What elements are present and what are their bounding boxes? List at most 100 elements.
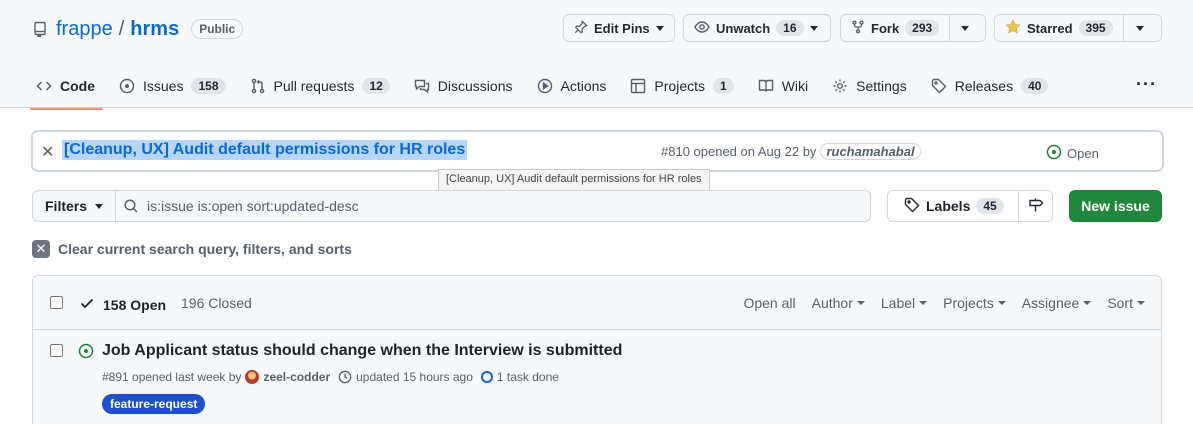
sort-filter[interactable]: Sort bbox=[1107, 295, 1145, 311]
label-filter[interactable]: Label bbox=[880, 295, 928, 311]
issue-checkbox[interactable] bbox=[50, 344, 63, 357]
milestones-button[interactable] bbox=[1018, 190, 1053, 222]
check-icon bbox=[79, 295, 95, 314]
pinned-issue-number: #810 opened on Aug 22 by bbox=[661, 144, 817, 159]
sort-filter-label: Sort bbox=[1107, 295, 1133, 311]
unwatch-label: Unwatch bbox=[716, 20, 771, 36]
fork-icon bbox=[851, 20, 865, 37]
issue-author-link[interactable]: zeel-codder bbox=[263, 370, 330, 384]
label-filter-label: Label bbox=[880, 295, 916, 311]
visibility-badge: Public bbox=[191, 19, 244, 39]
search-input[interactable] bbox=[147, 198, 847, 214]
repo-name-link[interactable]: hrms bbox=[130, 18, 179, 41]
author-filter[interactable]: Author bbox=[812, 295, 865, 311]
tab-projects[interactable]: Projects 1 bbox=[618, 68, 745, 104]
tab-settings[interactable]: Settings bbox=[820, 68, 919, 104]
task-progress-icon bbox=[480, 371, 493, 383]
clear-query-label: Clear current search query, filters, and… bbox=[58, 241, 352, 257]
tab-settings-label: Settings bbox=[856, 78, 907, 94]
repo-title: frappe / hrms Public bbox=[32, 16, 244, 42]
repo-header: frappe / hrms Public Edit Pins Unwatch 1… bbox=[0, 0, 1193, 110]
fork-label: Fork bbox=[871, 20, 900, 36]
chevron-down-icon bbox=[809, 25, 818, 31]
chevron-down-icon bbox=[856, 301, 865, 305]
pinned-issue-status-label: Open bbox=[1067, 146, 1099, 161]
labels-button[interactable]: Labels 45 bbox=[887, 190, 1019, 222]
pinned-issue-author[interactable]: ruchamahabal bbox=[820, 143, 921, 160]
discussions-icon bbox=[414, 78, 430, 94]
pull-requests-count: 12 bbox=[362, 78, 390, 94]
tab-code-label: Code bbox=[60, 78, 95, 94]
open-issues-label: 158 Open bbox=[103, 296, 167, 313]
tag-icon bbox=[931, 78, 947, 94]
labels-count: 45 bbox=[976, 198, 1004, 214]
pull-request-icon bbox=[250, 78, 266, 94]
select-all-checkbox[interactable] bbox=[50, 296, 63, 309]
issue-tasks: 1 task done bbox=[496, 370, 559, 384]
assignee-filter[interactable]: Assignee bbox=[1022, 295, 1092, 311]
filters-button[interactable]: Filters bbox=[32, 190, 116, 222]
issue-meta: #891 opened last week by zeel-codder upd… bbox=[102, 370, 559, 384]
clear-query-link[interactable]: ✕ Clear current search query, filters, a… bbox=[32, 240, 352, 258]
pinned-issue-meta: #810 opened on Aug 22 by ruchamahabal bbox=[661, 143, 921, 160]
clear-icon: ✕ bbox=[32, 240, 50, 258]
repo-owner-link[interactable]: frappe bbox=[56, 18, 113, 41]
issue-updated: updated 15 hours ago bbox=[356, 370, 473, 384]
play-icon bbox=[537, 78, 553, 94]
pinned-issue-status: Open bbox=[1046, 144, 1099, 163]
edit-pins-button[interactable]: Edit Pins bbox=[563, 14, 675, 42]
issues-filter-menus: Open all Author Label Projects Assignee … bbox=[743, 295, 1145, 311]
tab-actions-label: Actions bbox=[560, 78, 607, 94]
fork-button[interactable]: Fork 293 bbox=[841, 15, 949, 41]
tag-icon bbox=[904, 197, 920, 216]
issues-list: 158 Open 196 Closed Open all Author Labe… bbox=[32, 275, 1162, 424]
search-icon bbox=[123, 198, 139, 214]
tab-wiki[interactable]: Wiki bbox=[746, 68, 820, 104]
issue-label-chip[interactable]: feature-request bbox=[102, 394, 206, 414]
issue-number: #891 opened last week by bbox=[102, 370, 242, 384]
avatar[interactable] bbox=[245, 370, 260, 384]
assignee-filter-label: Assignee bbox=[1021, 295, 1080, 311]
chevron-down-icon bbox=[1135, 25, 1144, 31]
open-issues-toggle[interactable]: 158 Open bbox=[79, 295, 166, 314]
repo-nav: Code Issues 158 Pull requests 12 Discuss… bbox=[24, 66, 1061, 110]
tab-issues[interactable]: Issues 158 bbox=[107, 68, 238, 104]
pinned-issue-row[interactable]: ✕ [Cleanup, UX] Audit default permission… bbox=[31, 130, 1164, 172]
star-dropdown[interactable] bbox=[1122, 15, 1156, 41]
chevron-down-icon bbox=[919, 301, 928, 305]
author-filter-label: Author bbox=[811, 295, 853, 311]
star-icon bbox=[1005, 18, 1021, 38]
pinned-issue-title[interactable]: [Cleanup, UX] Audit default permissions … bbox=[62, 140, 468, 160]
milestone-icon bbox=[1028, 197, 1044, 216]
tab-discussions[interactable]: Discussions bbox=[402, 68, 525, 104]
tab-actions[interactable]: Actions bbox=[525, 68, 619, 104]
issue-title-link[interactable]: Job Applicant status should change when … bbox=[102, 342, 622, 360]
tab-releases[interactable]: Releases 40 bbox=[919, 68, 1061, 104]
labels-label: Labels bbox=[926, 198, 971, 214]
search-box bbox=[115, 190, 871, 222]
projects-filter[interactable]: Projects bbox=[943, 295, 1006, 311]
tab-code[interactable]: Code bbox=[24, 68, 107, 110]
unwatch-button[interactable]: Unwatch 16 bbox=[683, 14, 831, 42]
tab-issues-label: Issues bbox=[143, 78, 184, 94]
new-issue-button[interactable]: New issue bbox=[1069, 190, 1162, 222]
filters-label: Filters bbox=[45, 198, 88, 214]
tab-projects-label: Projects bbox=[654, 78, 705, 94]
fork-dropdown[interactable] bbox=[949, 15, 980, 41]
open-all-button[interactable]: Open all bbox=[743, 295, 795, 311]
star-button-group: Starred 395 bbox=[994, 14, 1162, 42]
close-icon[interactable]: ✕ bbox=[41, 142, 54, 162]
starred-button[interactable]: Starred 395 bbox=[995, 15, 1123, 41]
repo-icon bbox=[32, 21, 48, 37]
eye-icon bbox=[694, 19, 710, 38]
chevron-down-icon bbox=[1137, 301, 1145, 305]
code-icon bbox=[36, 78, 52, 94]
issues-list-header: 158 Open 196 Closed Open all Author Labe… bbox=[33, 276, 1161, 330]
more-menu-icon[interactable]: ··· bbox=[1136, 74, 1157, 95]
tab-discussions-label: Discussions bbox=[437, 78, 513, 94]
chevron-down-icon bbox=[997, 301, 1006, 305]
closed-issues-toggle[interactable]: 196 Closed bbox=[181, 295, 252, 311]
releases-count: 40 bbox=[1021, 78, 1049, 94]
tab-pull-requests[interactable]: Pull requests 12 bbox=[238, 68, 402, 104]
issues-count: 158 bbox=[191, 78, 226, 94]
